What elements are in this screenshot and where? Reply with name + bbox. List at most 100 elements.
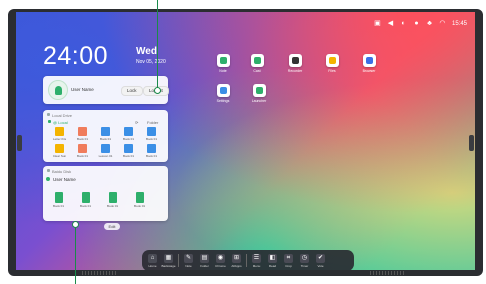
local-file-item[interactable]: Book 01	[71, 144, 94, 158]
app-cast[interactable]: Cast	[246, 54, 268, 73]
app-recorder[interactable]: Recorder	[284, 54, 306, 73]
cloud-file-item[interactable]: Book 01	[134, 192, 145, 208]
file-name: Book 01	[76, 137, 88, 141]
cloud-drive-title: Baidu Disk	[52, 169, 72, 174]
folder-icon: ▤	[200, 253, 209, 263]
dock-label: Timer	[300, 263, 309, 268]
local-file-item[interactable]: Book 01	[140, 144, 163, 158]
local-file-item[interactable]: Book 01	[94, 127, 117, 141]
app-files[interactable]: Files	[321, 54, 343, 73]
dock-label: Backstage	[161, 263, 176, 268]
note-icon	[216, 54, 230, 67]
local-drive-title: Local Drive	[52, 113, 73, 118]
document-icon	[78, 144, 87, 153]
local-icon	[48, 120, 51, 123]
dock-item-home[interactable]: ⌂ Home	[146, 253, 159, 268]
document-icon	[101, 127, 110, 136]
dock-label: Folder	[200, 263, 209, 268]
file-name: Book 01	[122, 154, 134, 158]
read-icon: ◧	[268, 253, 277, 263]
document-icon	[108, 192, 117, 203]
dock-item-read[interactable]: ◧ Read	[266, 253, 279, 268]
dock-item-vote[interactable]: ✔ Vote	[314, 253, 327, 268]
app-launcher[interactable]: Launcher	[248, 84, 270, 103]
callout-dot-top	[154, 87, 161, 94]
files-icon	[325, 54, 339, 67]
speaker-grille-left	[82, 271, 116, 275]
app-label: Settings	[216, 99, 230, 103]
launcher-icon	[252, 84, 266, 97]
folder-filter[interactable]: Folder	[147, 120, 158, 125]
local-file-item[interactable]: Book 01	[140, 127, 163, 141]
local-file-item[interactable]: Book 01	[117, 127, 140, 141]
speaker-grille-right	[370, 271, 404, 275]
clock-date-text: Nov 05, 2020	[136, 59, 166, 65]
network-icon[interactable]: ♣	[426, 20, 433, 27]
apps-icon: ⊞	[232, 253, 241, 263]
crop-icon: ⌗	[284, 253, 293, 263]
app-note[interactable]: Note	[212, 54, 234, 73]
lock-button[interactable]: Lock	[121, 86, 143, 96]
dock-item-allapps[interactable]: ⊞ AllApps	[230, 253, 243, 268]
document-icon	[54, 192, 63, 203]
local-file-item[interactable]: Clear Sun	[48, 144, 71, 158]
avatar[interactable]	[48, 80, 68, 100]
cloud-icon	[47, 169, 50, 172]
note-icon: ✎	[184, 253, 193, 263]
home-icon: ⌂	[148, 253, 157, 263]
app-settings[interactable]: Settings	[212, 84, 234, 103]
app-label: Cast	[253, 69, 261, 73]
dock-item-backstage[interactable]: ▦ Backstage	[161, 253, 176, 268]
brightness-icon[interactable]: ◐	[400, 20, 407, 27]
app-browser[interactable]: Browser	[358, 54, 380, 73]
local-file-item[interactable]: Book 01	[71, 127, 94, 141]
chrome-icon: ◉	[216, 253, 225, 263]
refresh-icon[interactable]: ⟳	[135, 120, 138, 125]
document-icon	[124, 144, 133, 153]
dock-label: Crop	[285, 263, 292, 268]
status-time: 15:45	[451, 20, 467, 27]
side-handle-right[interactable]	[469, 135, 474, 151]
dock-item-crop[interactable]: ⌗ Crop	[282, 253, 295, 268]
clock-time: 24:00	[43, 42, 109, 70]
dock-item-timer[interactable]: ◷ Timer	[298, 253, 311, 268]
cloud-file-item[interactable]: Book 01	[107, 192, 118, 208]
dock-label: Menu	[252, 263, 261, 268]
wifi-icon[interactable]: ◠	[439, 20, 446, 27]
folder-icon	[55, 127, 64, 136]
file-name: Book 01	[107, 204, 119, 208]
user-icon[interactable]: ●	[413, 20, 420, 27]
file-name: Book 01	[80, 204, 92, 208]
dock-item-note[interactable]: ✎ Note	[182, 253, 195, 268]
user-avatar-icon	[54, 85, 62, 95]
local-file-item[interactable]: Letter this	[48, 127, 71, 141]
dock-item-chrome[interactable]: ◉ Chrome	[214, 253, 227, 268]
recorder-icon	[288, 54, 302, 67]
local-file-grid: Letter this Book 01 Book 01 Book 01 Book 01 C…	[48, 127, 163, 158]
dock-item-folder[interactable]: ▤ Folder	[198, 253, 211, 268]
file-name: Book 01	[134, 204, 146, 208]
file-name: Letter this	[52, 137, 67, 141]
browser-icon	[362, 54, 376, 67]
cloud-user-name: User Name	[53, 177, 76, 182]
side-handle-left[interactable]	[17, 135, 22, 151]
cloud-file-item[interactable]: Book 01	[53, 192, 64, 208]
home-screen: ▣ ◀ ◐ ● ♣ ◠ 15:45 24:00 Wed Nov 05, 2020…	[16, 12, 475, 270]
dock-item-menu[interactable]: ☰ Menu	[250, 253, 263, 268]
local-file-item[interactable]: Lesson 01	[94, 144, 117, 158]
taskbar-dock: ⌂ Home ▦ Backstage ✎ Note ▤ Folder ◉ Chrome ⊞ AllAp…	[142, 250, 354, 270]
dock-label: Vote	[317, 263, 324, 268]
cloud-file-grid: Book 01 Book 01 Book 01 Book 01	[53, 192, 145, 208]
dock-label: AllApps	[231, 263, 242, 268]
app-label: Recorder	[287, 69, 303, 73]
local-tab[interactable]: @ Local	[53, 120, 68, 125]
cloud-file-item[interactable]: Book 01	[80, 192, 91, 208]
local-drive-card: Local Drive @ Local ⟳ Folder Letter this…	[43, 110, 168, 162]
file-name: Lesson 01	[98, 154, 113, 158]
local-file-item[interactable]: Book 01	[117, 144, 140, 158]
document-icon	[135, 192, 144, 203]
volume-icon[interactable]: ◀	[387, 20, 394, 27]
edit-button[interactable]: Edit	[104, 223, 120, 230]
screenshot-icon[interactable]: ▣	[374, 20, 381, 27]
clock-day: Wed	[136, 46, 157, 57]
